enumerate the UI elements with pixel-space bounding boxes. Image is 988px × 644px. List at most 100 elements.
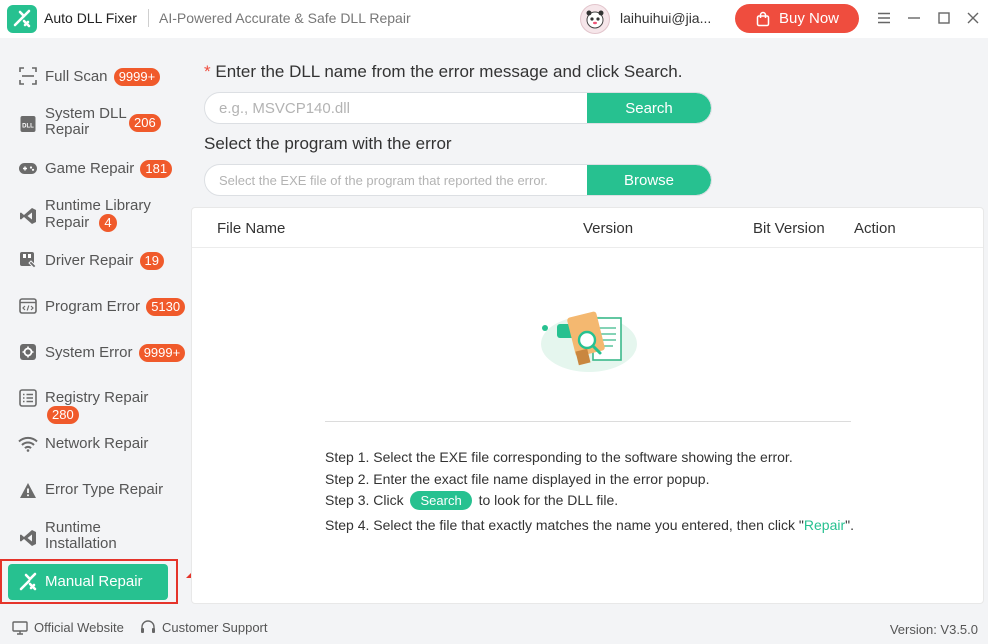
sidebar-item-game-repair[interactable]: Game Repair 181 [8, 156, 186, 180]
runtime-library-label-line2: Repair [45, 213, 90, 231]
visual-studio-icon [18, 206, 38, 226]
steps-divider [325, 421, 851, 422]
close-icon[interactable] [963, 8, 983, 28]
repair-link[interactable]: Repair [804, 517, 845, 533]
driver-icon [18, 250, 38, 270]
step-3-suffix: to look for the DLL file. [478, 492, 619, 508]
dll-name-input[interactable] [219, 93, 585, 123]
system-error-label: System Error [45, 343, 133, 361]
required-star: * [204, 62, 211, 81]
step-4-prefix: Step 4. Select the file that exactly mat… [325, 517, 804, 533]
buy-now-button[interactable]: Buy Now [735, 4, 859, 33]
scan-icon [18, 66, 38, 86]
headset-icon [141, 620, 155, 633]
sidebar-item-label: Driver Repair 19 [45, 252, 164, 270]
column-version: Version [583, 220, 634, 237]
app-tagline: AI-Powered Accurate & Safe DLL Repair [159, 10, 411, 26]
error-type-repair-label: Error Type Repair [45, 481, 164, 498]
game-repair-label: Game Repair [45, 159, 135, 177]
runtime-installation-label-line2: Installation [45, 535, 117, 552]
sidebar-item-network-repair[interactable]: Network Repair [8, 432, 186, 456]
sidebar-item-error-type-repair[interactable]: Error Type Repair [8, 478, 186, 502]
column-action: Action [854, 220, 896, 237]
exe-select-group: Browse [204, 164, 712, 196]
sidebar-item-system-error[interactable]: System Error 9999+ [8, 340, 186, 364]
sidebar-item-label: Runtime Library Repair 4 [45, 198, 151, 232]
sidebar-item-driver-repair[interactable]: Driver Repair 19 [8, 248, 186, 272]
registry-repair-label: Registry Repair [45, 389, 149, 406]
minimize-icon[interactable] [904, 8, 924, 28]
full-scan-label: Full Scan [45, 67, 108, 85]
count-badge: 9999+ [138, 344, 186, 362]
svg-text:DLL: DLL [22, 124, 34, 130]
sidebar-item-registry-repair[interactable]: Registry Repair 280 [8, 386, 186, 424]
gear-icon [18, 342, 38, 362]
sidebar-item-label: Full Scan 9999+ [45, 67, 161, 86]
step-3-prefix: Step 3. Click [325, 492, 404, 508]
count-badge: 9999+ [113, 68, 161, 86]
menu-icon[interactable] [874, 8, 894, 28]
registry-list-icon [18, 388, 38, 408]
user-avatar[interactable] [580, 4, 610, 34]
highlight-box [0, 559, 178, 604]
count-badge: 4 [99, 214, 117, 232]
customer-support-label: Customer Support [162, 620, 268, 635]
version-label: Version: V3.5.0 [889, 622, 978, 637]
count-badge: 181 [140, 160, 173, 178]
count-badge: 280 [47, 406, 79, 424]
app-name: Auto DLL Fixer [44, 10, 137, 26]
column-file-name: File Name [217, 220, 286, 237]
dll-prompt: * Enter the DLL name from the error mess… [204, 62, 682, 82]
customer-support-link[interactable]: Customer Support [140, 620, 268, 635]
browse-button[interactable]: Browse [587, 165, 711, 195]
sidebar-item-label: Program Error 5130 [45, 297, 186, 316]
sidebar-item-runtime-library-repair[interactable]: Runtime Library Repair 4 [8, 198, 186, 234]
maximize-icon[interactable] [934, 8, 954, 28]
program-prompt: Select the program with the error [204, 134, 452, 153]
step-4-text: Step 4. Select the file that exactly mat… [325, 517, 854, 533]
buy-now-label: Buy Now [778, 10, 840, 27]
runtime-install-icon [18, 528, 38, 548]
count-badge: 5130 [146, 298, 186, 316]
program-error-label: Program Error [45, 297, 141, 315]
system-dll-label-line1: System DLL [45, 105, 127, 122]
official-website-label: Official Website [34, 620, 124, 635]
network-repair-label: Network Repair [45, 435, 149, 452]
monitor-icon [12, 620, 28, 635]
driver-repair-label: Driver Repair [45, 251, 134, 269]
warning-icon [18, 480, 38, 500]
sidebar: Full Scan 9999+ DLL System DLL Repair 20… [0, 38, 186, 614]
wifi-icon [18, 434, 38, 454]
sidebar-item-label: Game Repair 181 [45, 159, 173, 178]
sidebar-item-label: Registry Repair 280 [45, 390, 186, 424]
title-bar: Auto DLL Fixer AI-Powered Accurate & Saf… [0, 0, 988, 38]
dll-prompt-text: Enter the DLL name from the error messag… [215, 62, 683, 81]
app-logo-icon [7, 5, 37, 33]
exe-file-input[interactable] [219, 165, 585, 195]
sidebar-item-program-error[interactable]: Program Error 5130 [8, 294, 186, 318]
sidebar-item-label: System Error 9999+ [45, 343, 186, 362]
table-header: File Name Version Bit Version Action [192, 208, 983, 248]
sidebar-item-runtime-installation[interactable]: Runtime Installation [8, 520, 186, 554]
sidebar-item-label: System DLL Repair [45, 106, 127, 138]
sidebar-item-label: Runtime Installation [45, 520, 117, 552]
sidebar-item-full-scan[interactable]: Full Scan 9999+ [8, 64, 186, 88]
sidebar-item-system-dll-repair[interactable]: DLL System DLL Repair 206 [8, 106, 186, 138]
user-email[interactable]: laihuihui@jia... [620, 10, 711, 26]
dll-file-icon: DLL [18, 114, 38, 134]
gamepad-icon [18, 158, 38, 178]
official-website-link[interactable]: Official Website [12, 620, 124, 635]
title-separator [148, 9, 149, 27]
step-search-button[interactable]: Search [410, 491, 472, 510]
code-window-icon [18, 296, 38, 316]
count-badge: 19 [139, 252, 164, 270]
column-bit-version: Bit Version [753, 220, 825, 237]
runtime-installation-label-line1: Runtime [45, 519, 101, 536]
count-badge: 206 [129, 114, 161, 132]
runtime-library-label-line1: Runtime Library [45, 197, 151, 214]
step-1-text: Step 1. Select the EXE file correspondin… [325, 449, 793, 465]
results-panel: File Name Version Bit Version Action Ste… [191, 207, 984, 604]
step-4-suffix: ". [845, 517, 855, 533]
step-2-text: Step 2. Enter the exact file name displa… [325, 471, 710, 487]
search-button[interactable]: Search [587, 93, 711, 123]
